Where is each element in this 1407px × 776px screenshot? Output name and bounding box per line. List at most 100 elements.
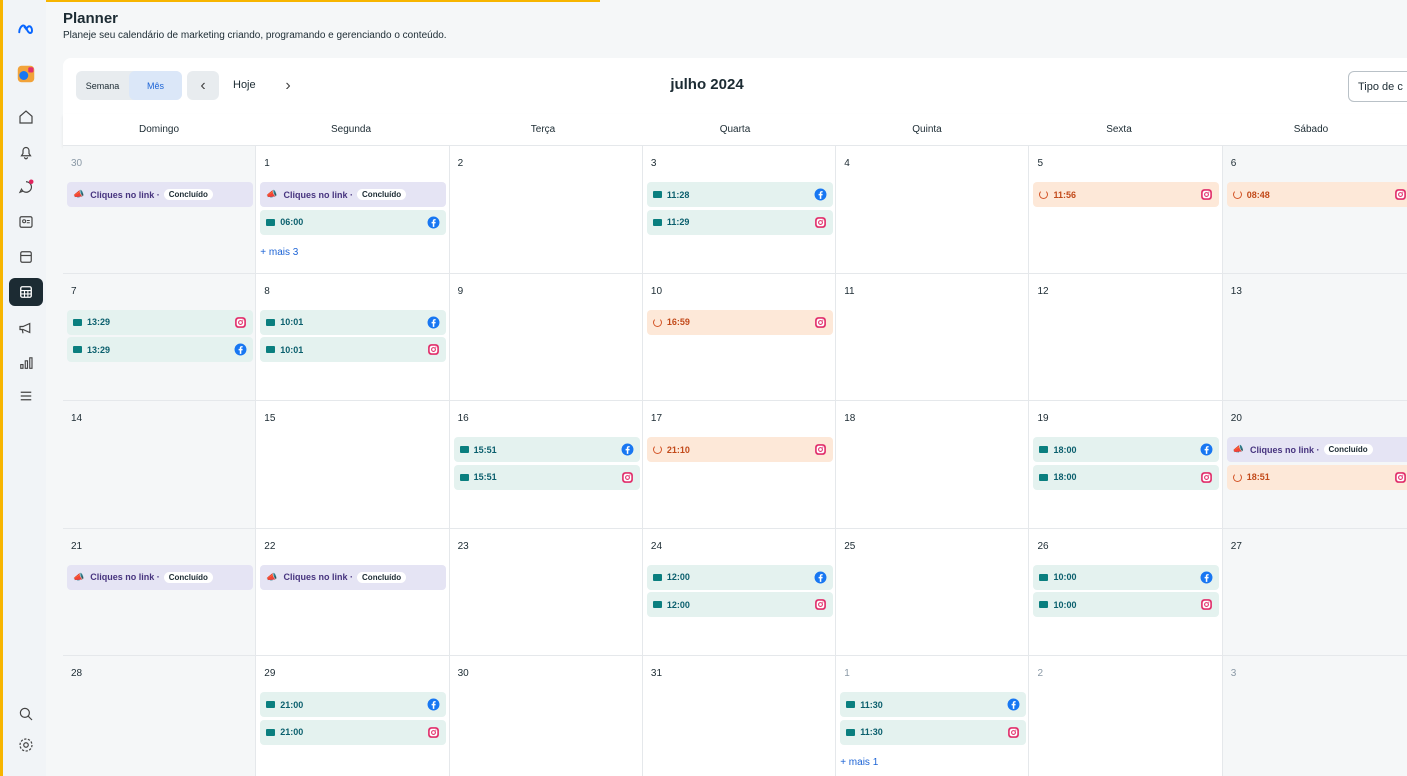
calendar-day-cell[interactable]: 21 📣 Cliques no link · Concluído (63, 528, 257, 657)
post-icon (459, 473, 469, 481)
megaphone-icon: 📣 (73, 189, 85, 199)
calendar-day-cell[interactable]: 29 21:00 21:00 (256, 656, 450, 776)
insights-icon[interactable] (9, 349, 43, 377)
scheduled-post-chip[interactable]: 11:30 (840, 719, 1027, 745)
ad-event-chip[interactable]: 📣 Cliques no link · Concluído (260, 564, 447, 590)
calendar-day-cell[interactable]: 16 15:51 15:51 (449, 401, 643, 529)
facebook-icon (1200, 443, 1213, 456)
scheduled-post-chip[interactable]: 18:00 (1033, 437, 1220, 463)
event-time: 21:00 (280, 727, 304, 738)
calendar-day-cell[interactable]: 4 (836, 146, 1030, 274)
scheduled-post-chip[interactable]: 11:30 (840, 692, 1027, 718)
ad-event-chip[interactable]: 📣 Cliques no link · Concluído (67, 182, 253, 207)
status-badge: Concluído (163, 189, 213, 200)
calendar-day-cell[interactable]: 24 12:00 12:00 (642, 528, 837, 657)
weekday-label: Quinta (912, 124, 942, 135)
content-type-filter[interactable]: Tipo de c (1348, 71, 1407, 102)
scheduled-post-chip[interactable]: 10:01 (260, 337, 447, 363)
scheduled-post-chip[interactable]: 11:29 (646, 209, 833, 235)
pending-post-chip[interactable]: 11:56 (1033, 182, 1220, 207)
calendar-day-cell[interactable]: 22 📣 Cliques no link · Concluído (256, 528, 450, 657)
scheduled-post-chip[interactable]: 21:00 (260, 719, 447, 745)
home-icon[interactable] (9, 103, 43, 131)
event-time: 13:29 (87, 317, 111, 328)
calendar-day-cell[interactable]: 3 (1222, 656, 1407, 776)
scheduled-post-chip[interactable]: 15:51 (453, 437, 640, 463)
calendar-day-cell[interactable]: 14 (63, 401, 257, 529)
calendar-day-cell[interactable]: 2 (449, 146, 643, 274)
scheduled-post-chip[interactable]: 10:00 (1033, 592, 1220, 618)
event-time: 12:00 (666, 572, 690, 583)
scheduled-post-chip[interactable]: 11:28 (646, 182, 833, 207)
day-number: 7 (71, 285, 77, 297)
calendar-day-cell[interactable]: 9 (449, 273, 643, 402)
post-icon (652, 218, 662, 226)
settings-icon[interactable] (9, 731, 43, 759)
calendar-day-cell[interactable]: 25 (836, 528, 1030, 657)
inbox-icon[interactable] (9, 173, 43, 201)
pending-post-chip[interactable]: 08:48 (1226, 182, 1407, 207)
instagram-icon (814, 598, 827, 611)
scheduled-post-chip[interactable]: 10:01 (260, 309, 447, 335)
calendar-day-cell[interactable]: 30 📣 Cliques no link · Concluído (63, 146, 257, 274)
calendar-day-cell[interactable]: 8 10:01 10:01 (256, 273, 450, 402)
search-icon[interactable] (9, 700, 43, 728)
calendar-day-cell[interactable]: 31 (642, 656, 837, 776)
day-number: 26 (1037, 540, 1049, 552)
calendar-day-cell[interactable]: 30 (449, 656, 643, 776)
menu-icon[interactable] (9, 382, 43, 410)
ads-icon[interactable] (9, 314, 43, 342)
planner-icon[interactable] (9, 278, 43, 306)
day-number: 11 (844, 285, 855, 297)
scheduled-post-chip[interactable]: 06:00 (260, 209, 447, 235)
calendar-day-cell[interactable]: 12 (1029, 273, 1223, 402)
contacts-icon[interactable] (9, 208, 43, 236)
scheduled-post-chip[interactable]: 18:00 (1033, 464, 1220, 490)
calendar-day-cell[interactable]: 26 10:00 10:00 (1029, 528, 1223, 657)
pending-post-chip[interactable]: 18:51 (1226, 464, 1407, 490)
calendar-day-cell[interactable]: 5 11:56 (1029, 146, 1223, 274)
scheduled-post-chip[interactable]: 12:00 (646, 564, 833, 590)
calendar-day-cell[interactable]: 6 08:48 (1222, 146, 1407, 274)
calendar-day-cell[interactable]: 1 📣 Cliques no link · Concluído 06:00 + mais … (256, 146, 450, 274)
pending-post-chip[interactable]: 21:10 (646, 437, 833, 463)
account-avatar-icon[interactable] (9, 60, 43, 88)
calendar-day-cell[interactable]: 27 (1222, 528, 1407, 657)
facebook-icon (427, 316, 440, 329)
meta-logo-icon[interactable] (9, 16, 43, 44)
event-time: 10:00 (1053, 599, 1077, 610)
scheduled-post-chip[interactable]: 13:29 (67, 337, 253, 363)
calendar-day-cell[interactable]: 28 (63, 656, 257, 776)
calendar-day-cell[interactable]: 13 (1222, 273, 1407, 402)
scheduled-post-chip[interactable]: 10:00 (1033, 564, 1220, 590)
ad-event-chip[interactable]: 📣 Cliques no link · Concluído (1226, 437, 1407, 463)
scheduled-post-chip[interactable]: 21:00 (260, 692, 447, 718)
content-icon[interactable] (9, 243, 43, 271)
calendar-day-cell[interactable]: 18 (836, 401, 1030, 529)
calendar-day-cell[interactable]: 1 11:30 11:30 + mais 1 (836, 656, 1030, 776)
ad-event-chip[interactable]: 📣 Cliques no link · Concluído (260, 182, 447, 207)
scheduled-post-chip[interactable]: 15:51 (453, 464, 640, 490)
calendar-day-cell[interactable]: 7 13:29 13:29 (63, 273, 257, 402)
instagram-icon (814, 443, 827, 456)
calendar-day-cell[interactable]: 2 (1029, 656, 1223, 776)
calendar-day-cell[interactable]: 23 (449, 528, 643, 657)
calendar-day-cell[interactable]: 15 (256, 401, 450, 529)
calendar-day-cell[interactable]: 10 16:59 (642, 273, 837, 402)
calendar-day-cell[interactable]: 20 📣 Cliques no link · Concluído 18:51 (1222, 401, 1407, 529)
more-events-link[interactable]: + mais 3 (260, 247, 298, 258)
facebook-icon (234, 343, 247, 356)
day-number: 13 (1230, 285, 1242, 297)
pending-post-chip[interactable]: 16:59 (646, 309, 833, 335)
scheduled-post-chip[interactable]: 13:29 (67, 309, 253, 335)
calendar-day-cell[interactable]: 3 11:28 11:29 (642, 146, 837, 274)
scheduled-post-chip[interactable]: 12:00 (646, 592, 833, 618)
facebook-icon (1200, 571, 1213, 584)
post-icon (1039, 573, 1049, 581)
notifications-icon[interactable] (9, 138, 43, 166)
more-events-link[interactable]: + mais 1 (840, 757, 878, 768)
ad-event-chip[interactable]: 📣 Cliques no link · Concluído (67, 564, 253, 590)
calendar-day-cell[interactable]: 19 18:00 18:00 (1029, 401, 1223, 529)
calendar-day-cell[interactable]: 11 (836, 273, 1030, 402)
calendar-day-cell[interactable]: 17 21:10 (642, 401, 837, 529)
